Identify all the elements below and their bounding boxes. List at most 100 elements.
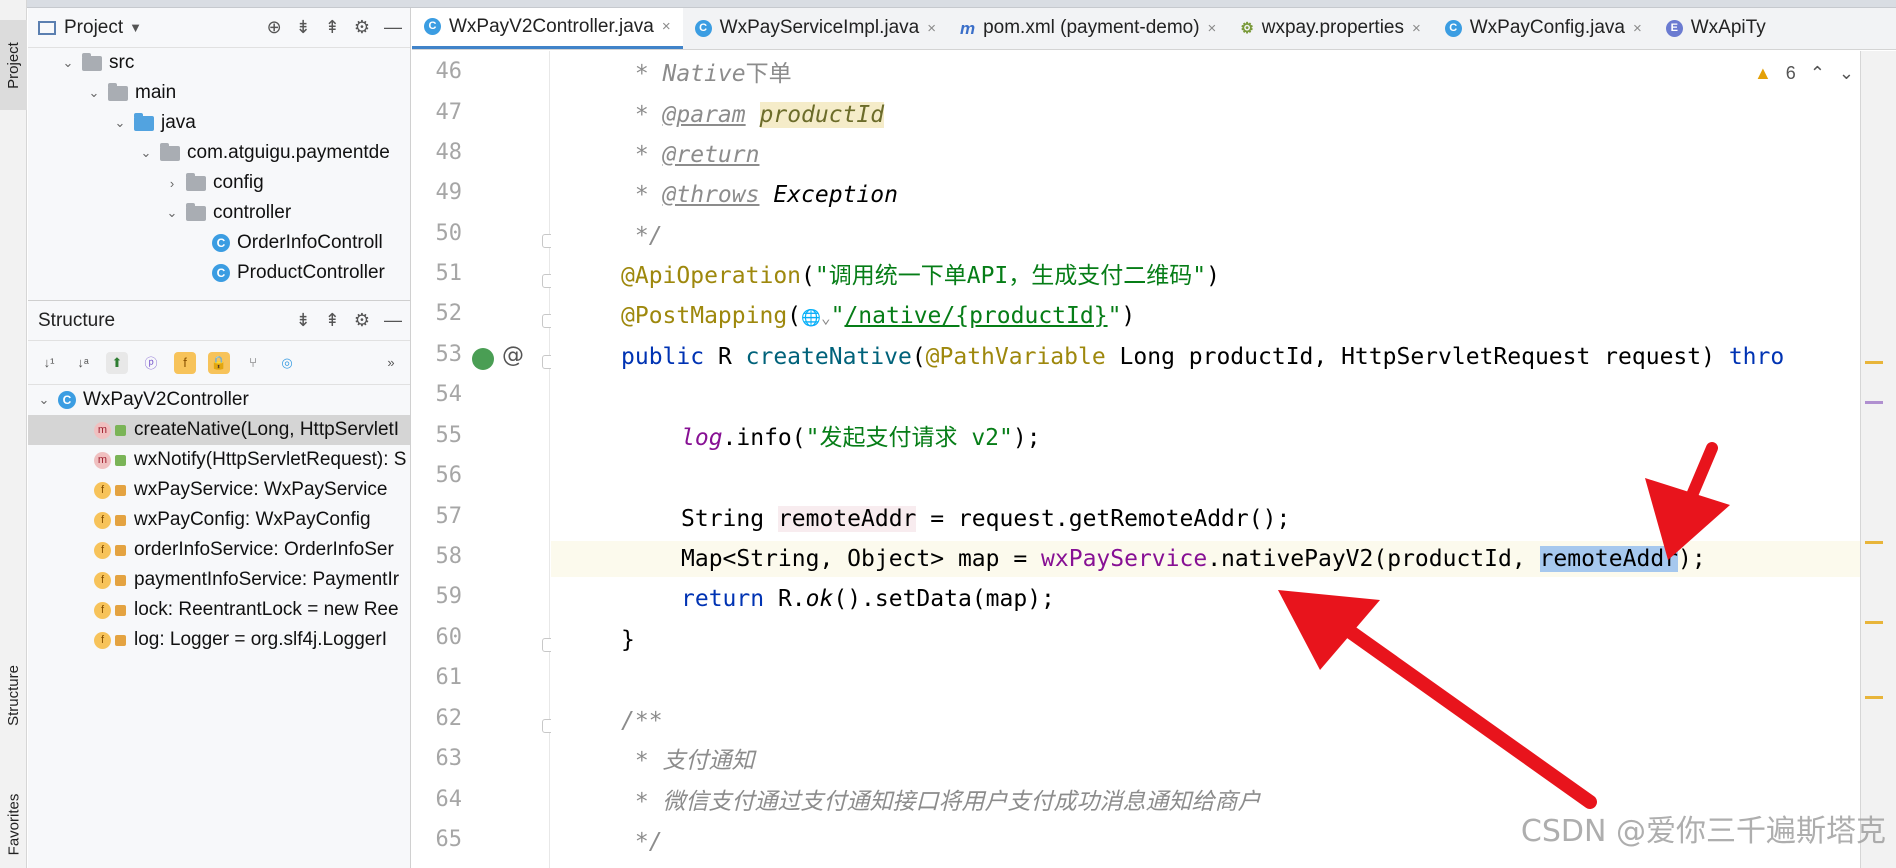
hide-icon[interactable]: — <box>384 17 402 38</box>
structure-member[interactable]: f orderInfoService: OrderInfoSer <box>28 535 410 565</box>
scroll-marker[interactable] <box>1865 621 1883 624</box>
expand-all-icon[interactable]: ⇟ <box>296 17 311 38</box>
scroll-marker[interactable] <box>1865 541 1883 544</box>
close-icon[interactable]: × <box>662 18 671 35</box>
endpoint-gutter-icon[interactable]: @ <box>502 343 524 368</box>
code-text: R <box>704 344 746 370</box>
structure-root[interactable]: ⌄ C WxPayV2Controller <box>28 385 410 415</box>
sort-alphabetically-icon[interactable]: ↓ᵃ <box>72 352 94 374</box>
line-number[interactable]: 61 <box>412 665 463 690</box>
scroll-marker[interactable] <box>1865 401 1883 404</box>
show-lambdas-icon[interactable]: ⑂ <box>242 352 264 374</box>
next-highlight-icon[interactable]: ⌄ <box>1839 63 1854 84</box>
structure-member[interactable]: m createNative(Long, HttpServletI <box>28 415 410 445</box>
editor-tab[interactable]: E WxApiTy <box>1654 8 1778 49</box>
annotation: @PathVariable <box>925 344 1106 370</box>
line-number[interactable]: 53 <box>412 342 463 367</box>
structure-member[interactable]: f paymentInfoService: PaymentIr <box>28 565 410 595</box>
project-view-selector[interactable]: Project <box>64 17 123 39</box>
project-tree-item[interactable]: C OrderInfoControll <box>28 228 410 258</box>
structure-tool-tab[interactable]: Structure <box>0 640 27 750</box>
structure-member[interactable]: m wxNotify(HttpServletRequest): S <box>28 445 410 475</box>
string-literal: "调用统一下单API，生成支付二维码" <box>814 263 1207 289</box>
line-number[interactable]: 62 <box>412 706 463 731</box>
inspection-widget[interactable]: ▲ 6 ⌃ ⌄ <box>1754 63 1854 84</box>
close-icon[interactable]: × <box>1633 20 1642 37</box>
chevron-down-icon[interactable]: ⌄ <box>164 205 180 221</box>
line-number[interactable]: 56 <box>412 463 463 488</box>
editor-tab[interactable]: C WxPayConfig.java × <box>1433 8 1654 49</box>
project-view-icon <box>38 20 56 35</box>
editor-tab[interactable]: m pom.xml (payment-demo) × <box>948 8 1228 49</box>
line-number[interactable]: 65 <box>412 827 463 852</box>
structure-member[interactable]: f lock: ReentrantLock = new Ree <box>28 595 410 625</box>
code-line-50: */ <box>621 218 663 254</box>
editor-tab[interactable]: C WxPayServiceImpl.java × <box>683 8 948 49</box>
url-path-link[interactable]: /native/{productId} <box>844 303 1107 329</box>
sort-by-visibility-icon[interactable]: ↓¹ <box>38 352 60 374</box>
project-tree-item[interactable]: ⌄ java <box>28 108 410 138</box>
show-fields-icon[interactable]: f <box>174 351 196 374</box>
project-tree-item[interactable]: ⌄ main <box>28 78 410 108</box>
line-number[interactable]: 59 <box>412 584 463 609</box>
line-number[interactable]: 50 <box>412 221 463 246</box>
close-icon[interactable]: × <box>1412 20 1421 37</box>
chevron-right-icon[interactable]: › <box>164 176 180 191</box>
line-number[interactable]: 49 <box>412 180 463 205</box>
locate-icon[interactable]: ⊕ <box>267 17 282 38</box>
show-inherited-icon[interactable]: ⬆ <box>106 351 128 374</box>
editor-tab[interactable]: C WxPayV2Controller.java × <box>412 8 683 49</box>
dropdown-chevron-icon[interactable]: ▼ <box>129 20 142 35</box>
selected-text[interactable]: remoteAddr <box>1539 546 1679 572</box>
chevron-down-icon[interactable]: ⌄ <box>112 115 128 131</box>
scroll-marker[interactable] <box>1865 696 1883 699</box>
close-icon[interactable]: × <box>1208 20 1217 37</box>
structure-member[interactable]: f wxPayConfig: WxPayConfig <box>28 505 410 535</box>
project-tree-item[interactable]: ⌄ src <box>28 48 410 78</box>
hide-icon[interactable]: — <box>384 310 402 331</box>
code-line-60: } <box>621 622 635 658</box>
chevron-down-icon[interactable]: ⌄ <box>86 85 102 101</box>
globe-icon[interactable]: 🌐⌄ <box>801 308 831 327</box>
gear-icon[interactable]: ⚙ <box>354 310 370 331</box>
run-gutter-icon[interactable] <box>472 348 494 370</box>
structure-member[interactable]: f log: Logger = org.slf4j.LoggerI <box>28 625 410 655</box>
project-tree-item[interactable]: ⌄ controller <box>28 198 410 228</box>
chevron-down-icon[interactable]: ⌄ <box>36 392 52 408</box>
chevron-down-icon[interactable]: ⌄ <box>138 145 154 161</box>
show-non-public-icon[interactable]: 🔒 <box>208 351 230 374</box>
line-number[interactable]: 58 <box>412 544 463 569</box>
chevron-down-icon[interactable]: ⌄ <box>60 55 76 71</box>
line-number[interactable]: 51 <box>412 261 463 286</box>
line-number[interactable]: 52 <box>412 301 463 326</box>
project-tree-item[interactable]: › config <box>28 168 410 198</box>
gear-icon[interactable]: ⚙ <box>354 17 370 38</box>
line-number[interactable]: 47 <box>412 100 463 125</box>
line-number[interactable]: 46 <box>412 59 463 84</box>
project-tree-item[interactable]: C ProductController <box>28 258 410 288</box>
line-number[interactable]: 63 <box>412 746 463 771</box>
autoscroll-icon[interactable]: ◎ <box>276 352 298 374</box>
previous-highlight-icon[interactable]: ⌃ <box>1810 63 1825 84</box>
line-number[interactable]: 54 <box>412 382 463 407</box>
line-number[interactable]: 60 <box>412 625 463 650</box>
close-icon[interactable]: × <box>927 20 936 37</box>
more-actions-icon[interactable]: » <box>380 352 402 374</box>
line-number[interactable]: 55 <box>412 423 463 448</box>
line-number[interactable]: 64 <box>412 787 463 812</box>
javadoc-tag: @param <box>662 102 746 128</box>
editor-tab[interactable]: ⚙ wxpay.properties × <box>1228 8 1432 49</box>
project-tool-tab[interactable]: Project <box>0 20 27 110</box>
line-number[interactable]: 57 <box>412 504 463 529</box>
line-number[interactable]: 48 <box>412 140 463 165</box>
method-name: createNative <box>745 344 912 370</box>
collapse-all-icon[interactable]: ⇞ <box>325 17 340 38</box>
project-tree-item[interactable]: ⌄ com.atguigu.paymentde <box>28 138 410 168</box>
show-properties-icon[interactable]: ⓟ <box>140 352 162 374</box>
scroll-marker[interactable] <box>1865 361 1883 364</box>
collapse-all-icon[interactable]: ⇞ <box>325 310 340 331</box>
favorites-tool-tab[interactable]: Favorites <box>0 780 27 868</box>
code-editor[interactable]: * Native下单 * @param productId * @return … <box>551 51 1860 868</box>
expand-all-icon[interactable]: ⇟ <box>296 310 311 331</box>
structure-member[interactable]: f wxPayService: WxPayService <box>28 475 410 505</box>
